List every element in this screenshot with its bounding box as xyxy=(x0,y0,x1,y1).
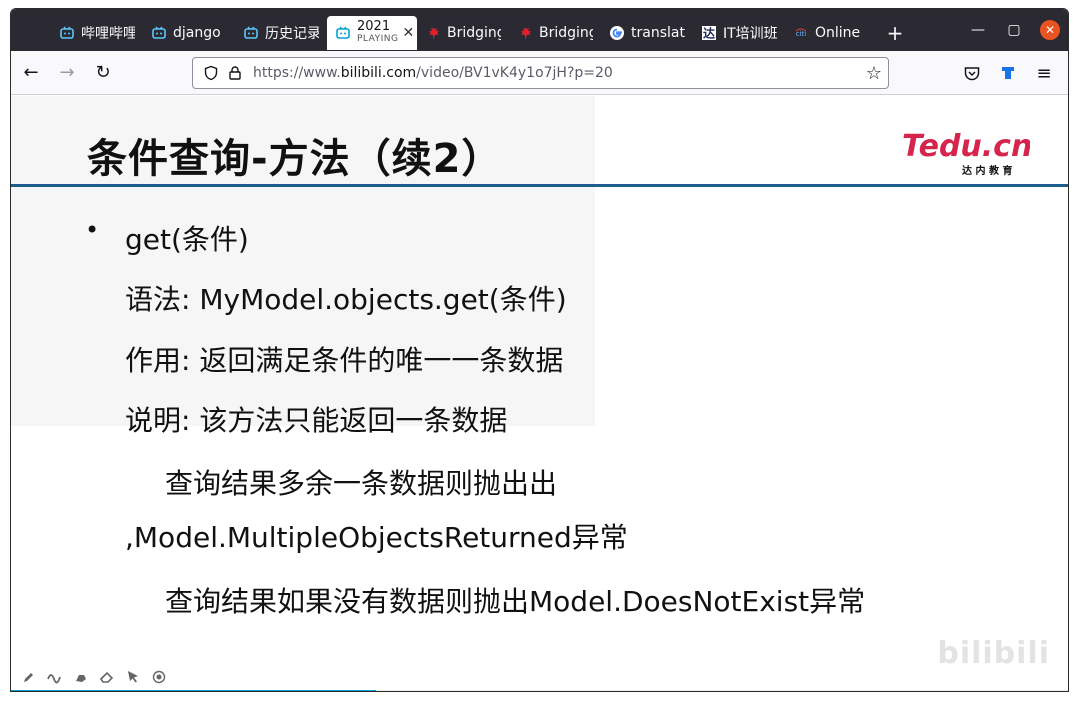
video-player[interactable]: 条件查询-方法（续2） Tedu.cn 达 内 教 育 • get(条件) 语法… xyxy=(11,96,1068,691)
slide-line-get: get(条件) xyxy=(125,223,249,256)
tab-label: 2021 xyxy=(357,19,391,34)
tab-it-training[interactable]: 达 IT培训班 xyxy=(693,16,785,50)
close-window-icon[interactable]: ✕ xyxy=(1040,20,1060,40)
tab-django[interactable]: django xyxy=(143,16,235,50)
reload-icon[interactable]: ↻ xyxy=(87,57,119,89)
extension-icon[interactable] xyxy=(992,57,1024,89)
tab-bilibili-home[interactable]: 哔哩哔哩 xyxy=(51,16,143,50)
tab-label: django xyxy=(173,25,221,41)
tab-bridging-2[interactable]: Bridging xyxy=(509,16,601,50)
google-icon xyxy=(609,25,625,41)
tab-history[interactable]: 历史记录 xyxy=(235,16,327,50)
bilibili-icon xyxy=(59,25,75,41)
tab-label: translate xyxy=(631,25,685,41)
logo-subtext: 达 内 教 育 xyxy=(962,164,1012,177)
bookmark-star-icon[interactable]: ☆ xyxy=(866,63,882,84)
tab-label: 历史记录 xyxy=(265,26,319,42)
slide-line-note: 说明: 该方法只能返回一条数据 xyxy=(125,404,508,437)
bilibili-watermark: bilibili xyxy=(937,636,1050,671)
tab-translate[interactable]: translate xyxy=(601,16,693,50)
svg-text:达: 达 xyxy=(703,26,715,41)
video-progress-bar[interactable] xyxy=(11,690,1068,691)
slide-line-syntax: 语法: MyModel.objects.get(条件) xyxy=(125,283,567,316)
tab-online[interactable]: citi Online xyxy=(785,16,877,50)
back-arrow-icon[interactable]: ← xyxy=(15,57,47,89)
forward-arrow-icon[interactable]: → xyxy=(51,57,83,89)
bilibili-icon xyxy=(243,25,259,41)
tab-label: Bridging xyxy=(447,25,501,41)
maximize-icon[interactable]: ▢ xyxy=(996,12,1032,48)
slide-line-doesnotexist: 查询结果如果没有数据则抛出Model.DoesNotExist异常 xyxy=(165,585,866,618)
tab-playing-label: PLAYING xyxy=(357,34,399,44)
tab-bar: 哔哩哔哩 django 历史记录 2021 PLAYING ✕ Bridging… xyxy=(11,9,1068,51)
lock-icon[interactable] xyxy=(225,63,245,83)
close-tab-icon[interactable]: ✕ xyxy=(402,25,414,41)
navigation-bar: ← → ↻ https://www.bilibili.com/video/BV1… xyxy=(11,51,1068,95)
url-text[interactable]: https://www.bilibili.com/video/BV1vK4y1o… xyxy=(253,65,613,81)
wave-icon[interactable] xyxy=(47,669,63,685)
citi-icon: citi xyxy=(793,25,809,41)
video-progress-fill xyxy=(11,690,376,691)
annotation-toolbar xyxy=(21,669,167,685)
bilibili-icon xyxy=(151,25,167,41)
slide-line-multiple: 查询结果多余一条数据则抛出出 xyxy=(165,467,558,500)
logo-text: Tedu.cn xyxy=(902,129,1030,164)
record-icon[interactable] xyxy=(151,669,167,685)
minimize-icon[interactable]: — xyxy=(960,12,996,48)
tedu-logo: Tedu.cn 达 内 教 育 xyxy=(902,129,1030,177)
tab-label: IT培训班 xyxy=(723,26,777,42)
tab-bridging-1[interactable]: Bridging xyxy=(417,16,509,50)
eraser-icon[interactable] xyxy=(99,669,115,685)
pocket-icon[interactable] xyxy=(956,57,988,89)
tab-label: 哔哩哔哩 xyxy=(81,26,135,42)
maple-leaf-icon xyxy=(425,25,441,41)
browser-window: 哔哩哔哩 django 历史记录 2021 PLAYING ✕ Bridging… xyxy=(10,8,1069,692)
slide-title: 条件查询-方法（续2） xyxy=(87,136,503,182)
tedu-icon: 达 xyxy=(701,25,717,41)
pointer-icon[interactable] xyxy=(125,669,141,685)
title-divider xyxy=(11,184,1068,187)
bilibili-icon xyxy=(335,25,351,41)
new-tab-button[interactable]: + xyxy=(877,16,913,50)
highlighter-icon[interactable] xyxy=(73,669,89,685)
tab-label: Online xyxy=(815,25,861,41)
slide-line-multiple-exception: ,Model.MultipleObjectsReturned异常 xyxy=(125,521,628,554)
bullet-point: • xyxy=(85,216,100,244)
tab-label: Bridging xyxy=(539,25,593,41)
url-bar[interactable]: https://www.bilibili.com/video/BV1vK4y1o… xyxy=(192,57,889,89)
maple-leaf-icon xyxy=(517,25,533,41)
pencil-icon[interactable] xyxy=(21,669,37,685)
tab-active-video[interactable]: 2021 PLAYING ✕ xyxy=(327,16,417,50)
menu-icon[interactable]: ≡ xyxy=(1028,57,1060,89)
svg-text:citi: citi xyxy=(796,30,807,38)
shield-icon[interactable] xyxy=(201,63,221,83)
slide-line-purpose: 作用: 返回满足条件的唯一一条数据 xyxy=(125,344,564,377)
